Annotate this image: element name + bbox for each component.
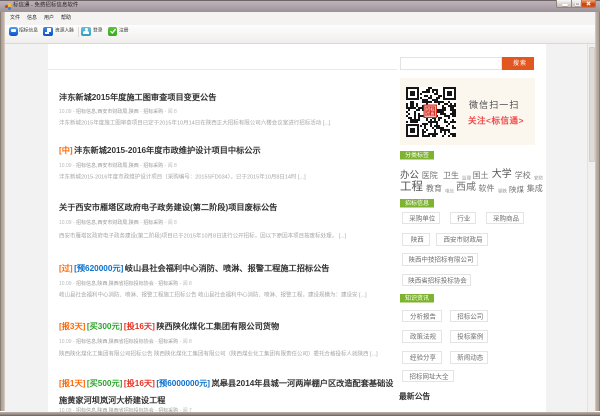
svg-text:信息: 信息 bbox=[426, 111, 435, 118]
